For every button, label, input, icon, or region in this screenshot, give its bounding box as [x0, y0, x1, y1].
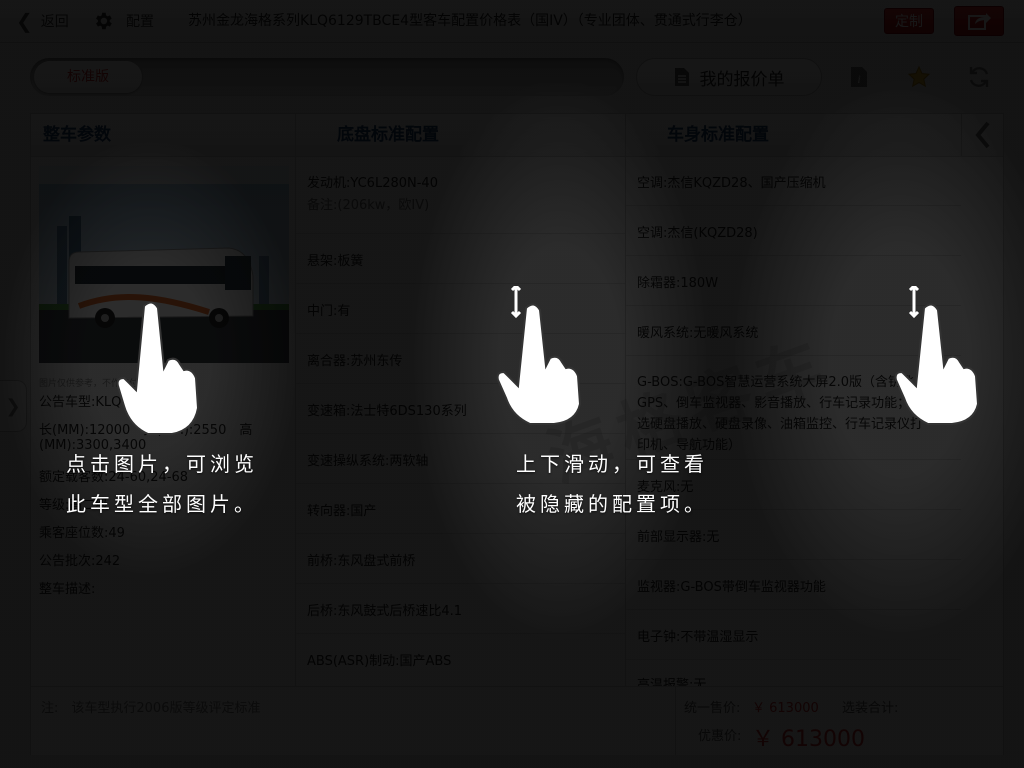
discount-price-value: ￥ 613000 [752, 727, 865, 752]
header-vehicle-params: 整车参数 [43, 125, 111, 145]
chevron-left-icon [975, 121, 990, 149]
row-text: 监视器:G-BOS带倒车监视器功能 [637, 580, 826, 595]
info-button[interactable]: i [846, 64, 872, 90]
star-icon [907, 65, 931, 88]
my-quote-button[interactable]: 我的报价单 [636, 58, 822, 96]
price-box: 统一售价: ￥ 613000 选装合计: 优惠价: ￥ 613000 [675, 687, 1004, 755]
column-headers: 整车参数 底盘标准配置 车身标准配置 [31, 114, 1003, 157]
spec-description: 整车描述: [39, 582, 96, 597]
chassis-row: 发动机:YC6L280N-40 备注:(206kw，欧IV) [296, 156, 625, 234]
body-row: 空调:杰信KQZD28、国产压缩机 [626, 156, 961, 206]
hint-scroll-line1: 上下滑动，可查看 [516, 452, 708, 476]
row-text: 除霜器:180W [637, 276, 719, 291]
row-text: 离合器:苏州东传 [307, 354, 403, 369]
swipe-hand-icon [894, 286, 980, 425]
config-label: 配置 [126, 14, 154, 30]
page-title: 苏州金龙海格系列KLQ6129TBCE4型客车配置价格表（国IV）（专业团体、贯… [188, 13, 752, 29]
document-icon [674, 68, 689, 86]
row-text: 变速操纵系统:两软轴 [307, 454, 429, 469]
unified-price-value: ￥ 613000 [752, 701, 819, 716]
collapse-button[interactable] [961, 114, 1004, 156]
version-switcher[interactable]: 标准版 [30, 58, 624, 96]
row-text: 空调:杰信(KQZD28) [637, 226, 758, 241]
gear-icon [96, 12, 112, 30]
hint-photo-line2: 此车型全部图片。 [66, 492, 258, 516]
spec-batch: 公告批次:242 [39, 554, 121, 569]
customize-button[interactable]: 定制 [884, 8, 934, 34]
row-text: 前部显示器:无 [637, 530, 720, 545]
row-text: 中门:有 [307, 304, 351, 319]
row-text: 转向器:国产 [307, 504, 377, 519]
chevron-left-icon: ❮ [16, 9, 33, 33]
chassis-row: 前桥:东风盘式前桥 [296, 534, 625, 584]
row-subtext: 备注:(206kw，欧IV) [307, 198, 430, 213]
top-bar: ❮ 返回 配置 苏州金龙海格系列KLQ6129TBCE4型客车配置价格表（国IV… [0, 0, 1024, 43]
grade-note: 注: 该车型执行2006版等级评定标准 [41, 701, 261, 716]
back-button[interactable]: ❮ 返回 [16, 8, 69, 34]
refresh-button[interactable] [966, 64, 992, 90]
header-body-config: 车身标准配置 [667, 125, 769, 145]
row-text: 后桥:东风鼓式后桥速比4.1 [307, 604, 463, 619]
config-button[interactable]: 配置 [92, 8, 154, 34]
row-text: 悬架:板簧 [307, 254, 364, 269]
spec-seats: 乘客座位数:49 [39, 526, 125, 541]
body-row: 监视器:G-BOS带倒车监视器功能 [626, 560, 961, 610]
hint-scroll-line2: 被隐藏的配置项。 [516, 492, 708, 516]
svg-text:i: i [857, 72, 860, 86]
tap-hand-icon [116, 301, 200, 435]
chassis-row: 后桥:东风鼓式后桥速比4.1 [296, 584, 625, 634]
refresh-icon [969, 67, 989, 87]
body-row: 电子钟:不带温湿显示 [626, 610, 961, 660]
share-icon [968, 13, 991, 30]
back-label: 返回 [40, 14, 69, 30]
unified-price-label: 统一售价: [684, 701, 741, 716]
row-text: ABS(ASR)制动:国产ABS [307, 654, 452, 669]
share-button[interactable] [954, 6, 1004, 36]
my-quote-label: 我的报价单 [699, 69, 785, 90]
row-text: 高温报警:无 [637, 678, 707, 686]
version-standard-tab[interactable]: 标准版 [34, 61, 142, 93]
side-drawer-handle[interactable]: ❯ [0, 380, 27, 432]
row-text: 空调:杰信KQZD28、国产压缩机 [637, 176, 826, 191]
swipe-hand-icon [496, 286, 582, 425]
row-text: 发动机:YC6L280N-40 [307, 176, 438, 191]
price-footer: 注: 该车型执行2006版等级评定标准 统一售价: ￥ 613000 选装合计:… [31, 686, 1003, 755]
chevron-right-icon: ❯ [5, 395, 21, 417]
hint-photo-line1: 点击图片，可浏览 [66, 452, 258, 476]
info-icon: i [851, 67, 867, 87]
body-row: 高温报警:无 [626, 660, 961, 686]
discount-price-label: 优惠价: [698, 729, 742, 744]
chassis-row: 悬架:板簧 [296, 234, 625, 284]
favorite-button[interactable] [906, 64, 932, 90]
body-row: 空调:杰信(KQZD28) [626, 206, 961, 256]
row-text: 变速箱:法士特6DS130系列 [307, 404, 467, 419]
row-text: 电子钟:不带温湿显示 [637, 630, 759, 645]
options-total-label: 选装合计: [842, 701, 899, 716]
header-chassis-config: 底盘标准配置 [337, 125, 439, 145]
chassis-row: ABS(ASR)制动:国产ABS [296, 634, 625, 684]
row-text: 前桥:东风盘式前桥 [307, 554, 416, 569]
